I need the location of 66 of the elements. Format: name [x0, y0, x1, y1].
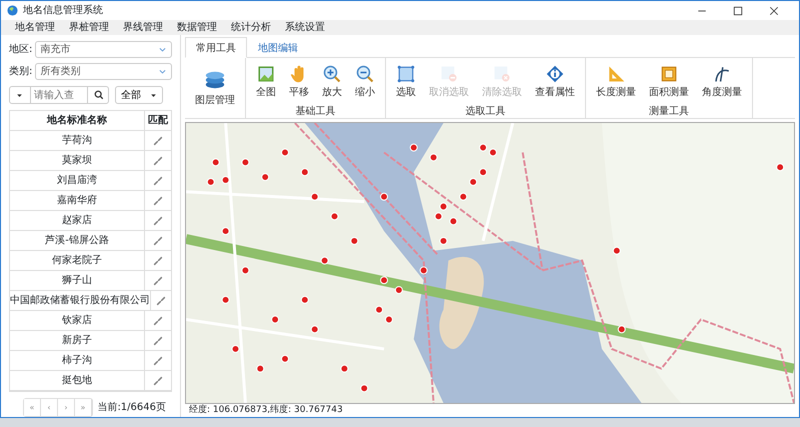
- toolbar-button[interactable]: 放大: [320, 58, 344, 106]
- table-cell-text: 中国邮政储蓄银行股份有限公司: [10, 294, 150, 308]
- menu-item[interactable]: 地名管理: [15, 20, 55, 35]
- zoom-in-icon: [323, 64, 341, 82]
- full-extent-icon: [257, 64, 275, 82]
- column-header: 地名标准名称: [47, 114, 107, 128]
- table-cell-text: 刘昌庙湾: [57, 174, 97, 188]
- toolbar-button[interactable]: 选取: [394, 58, 418, 106]
- dropdown[interactable]: 南充市: [35, 41, 172, 58]
- table-cell-text: 嘉南华府: [57, 194, 97, 208]
- search-button[interactable]: [87, 86, 109, 104]
- window-title: 地名信息管理系统: [23, 4, 103, 18]
- search-icon: [94, 90, 104, 100]
- table-cell-text: 芋荷沟: [62, 134, 92, 148]
- coordinates-text: 经度: 106.076873,纬度: 30.767743: [189, 404, 343, 417]
- table-cell-text: 芦溪-锦屏公路: [45, 234, 109, 248]
- menu-item[interactable]: 界线管理: [123, 20, 163, 35]
- ruler-triangle-icon: [607, 64, 625, 82]
- protractor-icon: [713, 64, 731, 82]
- info-icon: [546, 64, 564, 82]
- close-icon[interactable]: [769, 6, 779, 16]
- menu-item[interactable]: 统计分析: [231, 20, 271, 35]
- group-label: 选取工具: [466, 106, 506, 118]
- selection-icon: [397, 64, 415, 82]
- caret-down-icon: [16, 92, 23, 99]
- menu-item[interactable]: 系统设置: [285, 20, 325, 35]
- maximize-icon[interactable]: [733, 6, 743, 16]
- column-header: 匹配: [148, 114, 168, 128]
- toolbar-button[interactable]: 平移: [287, 58, 311, 106]
- menu-item[interactable]: 界桩管理: [69, 20, 109, 35]
- table-cell-text: 狮子山: [62, 274, 92, 288]
- table-cell-text: 柿子沟: [62, 354, 92, 368]
- table-cell-text: 赵家店: [62, 214, 92, 228]
- toolbar-button[interactable]: 长度测量: [594, 58, 638, 106]
- map-drawing[interactable]: [186, 123, 794, 403]
- toolbar-button[interactable]: 缩小: [353, 58, 377, 106]
- search-field[interactable]: 请输入查: [31, 86, 87, 104]
- globe-icon: [7, 5, 18, 16]
- layer-button[interactable]: 图层管理: [193, 58, 237, 118]
- filter-label: 类别:: [9, 64, 32, 79]
- caret-down-icon: [150, 92, 157, 99]
- group-label: 基础工具: [296, 106, 336, 118]
- page-info: 当前:1/6646页: [97, 400, 166, 415]
- area-frame-icon: [660, 64, 678, 82]
- table-cell-text: 挺包地: [62, 374, 92, 388]
- table-cell-text: 莫家坝: [62, 154, 92, 168]
- group-label: 测量工具: [649, 106, 689, 118]
- menu-item[interactable]: 数据管理: [177, 20, 217, 35]
- toolbar-button[interactable]: 角度测量: [700, 58, 744, 106]
- table-cell-text: 钦家店: [62, 314, 92, 328]
- scope-dropdown[interactable]: 全部: [115, 86, 163, 104]
- chevron-down-icon: [158, 45, 167, 54]
- table-cell-text: 何家老院子: [52, 254, 102, 268]
- toolbar-button[interactable]: 全图: [254, 58, 278, 106]
- toolbar-button[interactable]: 查看属性: [533, 58, 577, 106]
- clear-selection-icon: [493, 64, 511, 82]
- chevron-down-icon: [158, 67, 167, 76]
- dropdown[interactable]: 所有类别: [35, 63, 172, 80]
- tab[interactable]: 常用工具: [185, 37, 247, 58]
- dropdown-toggle-button[interactable]: [9, 86, 31, 104]
- table-cell-text: 新房子: [62, 334, 92, 348]
- toolbar-button[interactable]: 面积测量: [647, 58, 691, 106]
- zoom-out-icon: [356, 64, 374, 82]
- deselect-icon: [440, 64, 458, 82]
- filter-label: 地区:: [9, 42, 32, 58]
- tab[interactable]: 地图编辑: [247, 37, 309, 57]
